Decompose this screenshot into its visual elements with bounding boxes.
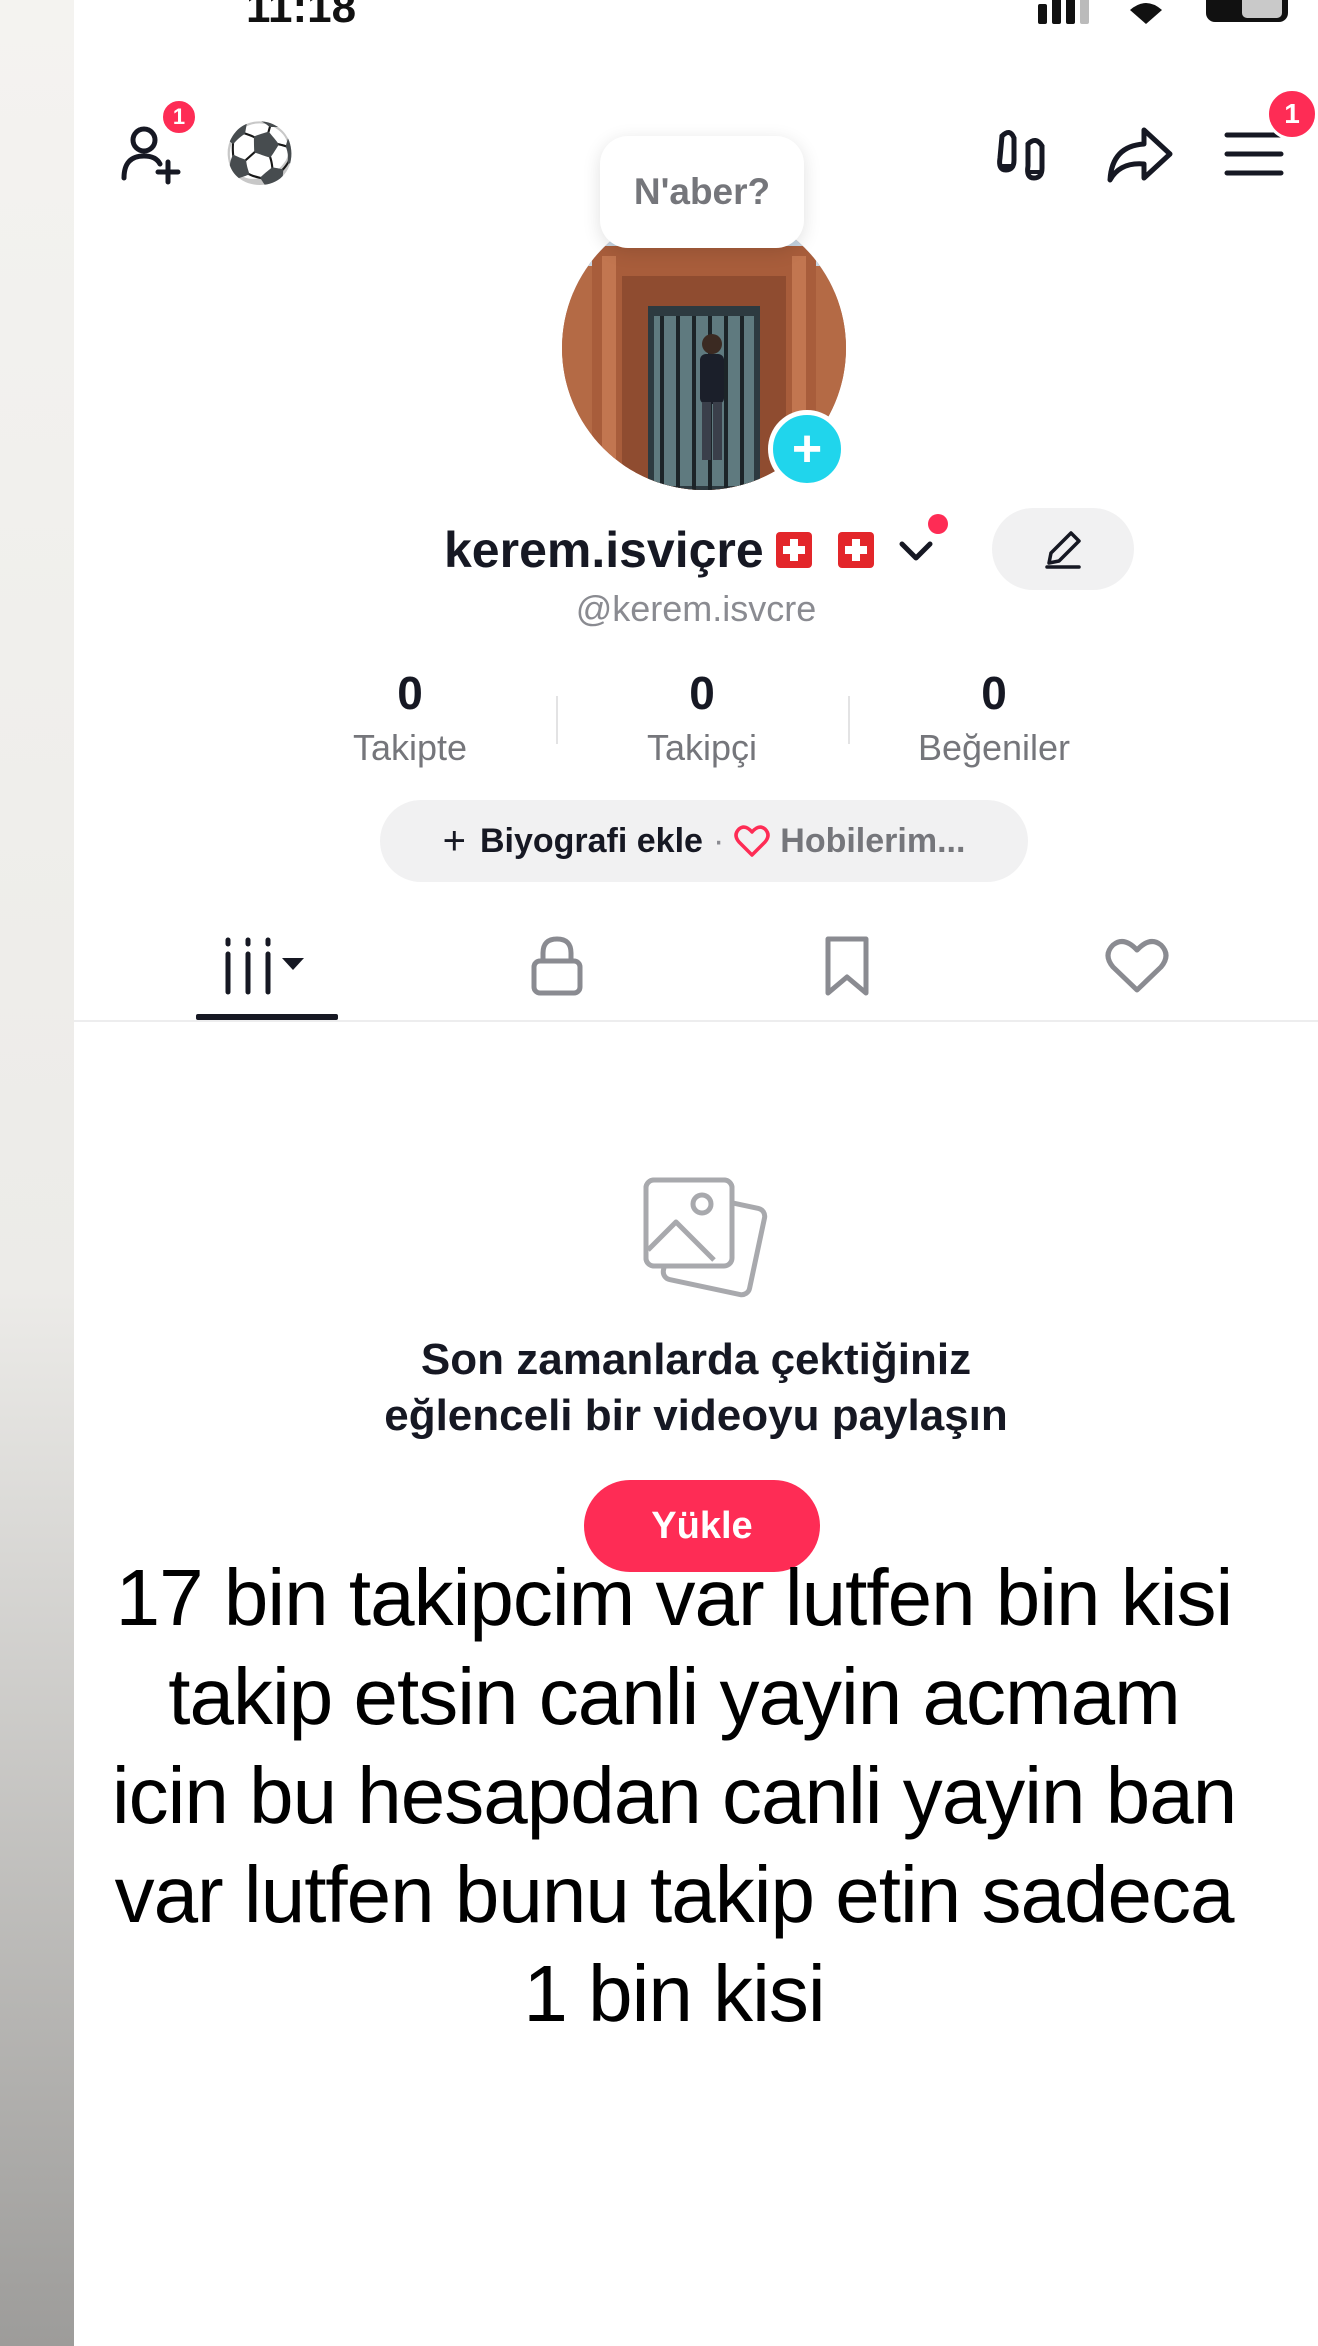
active-tab-indicator (196, 1014, 338, 1020)
background-edge (0, 0, 74, 2346)
profile-name-row[interactable]: kerem.isviçre (444, 510, 948, 590)
status-icons (1038, 0, 1288, 24)
add-story-button[interactable]: + (768, 410, 846, 488)
chevron-down-icon (899, 541, 933, 561)
swiss-flag-icon (837, 532, 874, 568)
add-friend-badge: 1 (160, 98, 198, 136)
grid-icon (225, 937, 304, 995)
add-friend-button[interactable]: 1 (114, 98, 198, 190)
empty-state-message: Son zamanlarda çektiğiniz eğlenceli bir … (74, 1332, 1318, 1444)
tab-saved[interactable] (702, 910, 992, 1022)
footprints-icon (997, 130, 1045, 181)
soccer-ball-icon[interactable]: ⚽ (224, 118, 296, 190)
tab-videos[interactable] (122, 910, 412, 1022)
bio-separator: · (712, 821, 725, 860)
photos-icon (643, 1177, 768, 1298)
overlay-caption: 17 bin takipcim var lutfen bin kisi taki… (111, 1553, 1237, 2038)
stat-likes[interactable]: 0 Beğeniler (874, 668, 1114, 769)
pencil-icon (1045, 531, 1081, 569)
tab-liked[interactable] (992, 910, 1282, 1022)
stat-label: Beğeniler (917, 726, 1071, 768)
battery-icon (1206, 0, 1288, 22)
profile-tabs (74, 910, 1318, 1022)
bookmark-icon (825, 936, 869, 996)
stat-label: Takipte (352, 726, 468, 768)
speech-bubble[interactable]: N'aber? (600, 136, 804, 248)
lock-icon (531, 936, 583, 996)
stat-divider (848, 696, 850, 744)
empty-state-line: Son zamanlarda çektiğiniz (420, 1335, 972, 1384)
hamburger-menu-icon (1224, 132, 1284, 176)
stat-value: 0 (397, 667, 423, 719)
profile-screen: 11:18 1 ⚽ (74, 0, 1318, 2346)
signal-icon (1038, 0, 1089, 24)
share-profile-button[interactable] (1100, 118, 1180, 190)
stat-following[interactable]: 0 Takipte (290, 668, 530, 769)
stat-value: 0 (689, 667, 715, 719)
heart-icon (1105, 938, 1169, 993)
stat-label: Takipçi (646, 726, 758, 768)
stat-value: 0 (981, 667, 1007, 719)
wifi-icon (1130, 3, 1162, 24)
add-bio-label: Biyografi ekle (479, 821, 703, 860)
stat-followers[interactable]: 0 Takipçi (582, 668, 822, 769)
username: kerem.isviçre (444, 522, 764, 578)
notification-dot (927, 514, 948, 534)
plus-icon: + (791, 420, 823, 478)
menu-badge: 1 (1266, 88, 1318, 140)
empty-state-line: eğlenceli bir videoyu paylaşın (384, 1391, 1008, 1440)
profile-stats: 0 Takipte 0 Takipçi 0 Beğeniler (74, 668, 1318, 778)
status-time: 11:18 (246, 0, 356, 24)
hobbies-label: Hobilerim... (780, 821, 966, 860)
profile-handle: @kerem.isvcre (575, 588, 817, 629)
swiss-flag-icon (775, 532, 812, 568)
stat-divider (556, 696, 558, 744)
menu-button[interactable]: 1 (1214, 88, 1318, 190)
tab-private[interactable] (412, 910, 702, 1022)
add-bio-button[interactable]: + Biyografi ekle · Hobilerim... (380, 800, 1028, 882)
plus-icon: + (442, 818, 466, 863)
account-switch-toggle[interactable] (894, 514, 948, 572)
edit-profile-button[interactable] (992, 508, 1134, 590)
footprints-button[interactable] (986, 118, 1058, 190)
share-icon (1107, 127, 1173, 183)
heart-outline-icon (734, 825, 771, 857)
